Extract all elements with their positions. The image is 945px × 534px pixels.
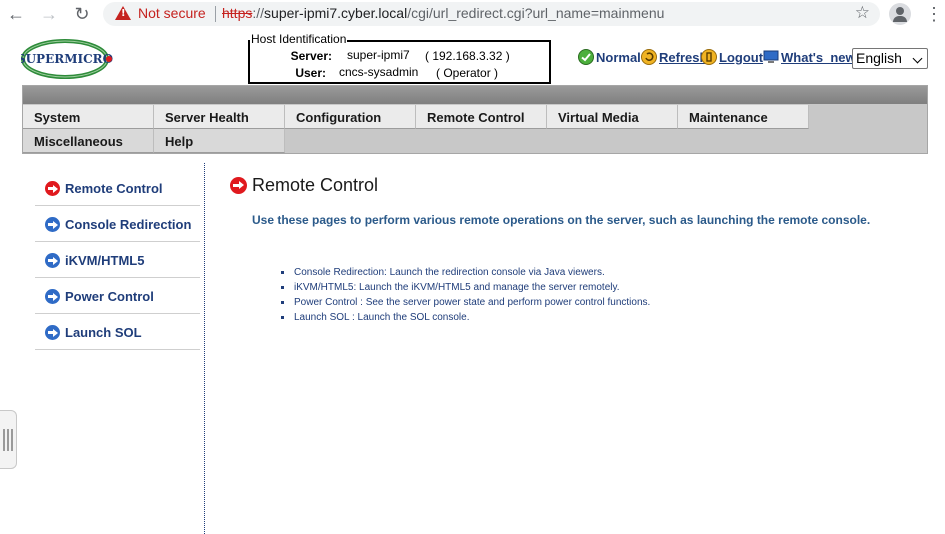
sidebar-item-remote-control[interactable]: Remote Control (35, 170, 200, 206)
sidebar: Remote Control Console Redirection iKVM/… (35, 170, 200, 350)
svg-text:SUPERMICRO: SUPERMICRO (21, 52, 113, 66)
sidebar-item-label: iKVM/HTML5 (65, 253, 145, 268)
sidebar-item-label: Console Redirection (65, 217, 192, 232)
status-normal-label: Normal (596, 50, 641, 65)
page-description: Use these pages to perform various remot… (252, 213, 871, 227)
logout-icon (701, 49, 717, 65)
monitor-icon (763, 50, 779, 63)
arrow-right-icon (230, 177, 247, 194)
page-title: Remote Control (252, 175, 379, 195)
sidebar-item-power-control[interactable]: Power Control (35, 278, 200, 314)
sidebar-item-label: Launch SOL (65, 325, 142, 340)
list-item: iKVM/HTML5: Launch the iKVM/HTML5 and ma… (280, 280, 650, 295)
list-item: Launch SOL : Launch the SOL console. (280, 310, 650, 325)
whats-new-label: What's_new (781, 50, 856, 65)
url-separator: :// (252, 5, 265, 21)
url-host: super-ipmi7.cyber.local (264, 5, 408, 21)
omnibox-separator (215, 6, 216, 22)
arrow-right-icon (45, 253, 60, 268)
language-select[interactable]: English (852, 48, 928, 69)
warning-icon (115, 6, 131, 20)
logout-link[interactable]: Logout (701, 49, 763, 67)
menu-maintenance[interactable]: Maintenance (678, 105, 809, 129)
side-panel-handle[interactable] (0, 410, 17, 469)
refresh-icon (641, 49, 657, 65)
server-name: super-ipmi7 (347, 48, 410, 62)
menu-configuration[interactable]: Configuration (285, 105, 416, 129)
menu-bar-band (23, 86, 927, 104)
profile-avatar-icon[interactable] (889, 3, 911, 25)
host-identification-title: Host Identification (250, 32, 348, 46)
url-path: /cgi/url_redirect.cgi?url_name=mainmenu (407, 5, 665, 21)
user-label: User: (295, 66, 326, 80)
reload-icon[interactable]: ↻ (71, 3, 93, 25)
user-role: ( Operator ) (436, 66, 499, 80)
sidebar-item-launch-sol[interactable]: Launch SOL (35, 314, 200, 350)
arrow-right-icon (45, 181, 60, 196)
server-label: Server: (290, 49, 332, 63)
content-divider (204, 163, 205, 534)
url-scheme: https (222, 5, 253, 21)
language-value: English (856, 50, 902, 66)
bookmark-star-icon[interactable]: ☆ (855, 3, 870, 23)
menu-server-health[interactable]: Server Health (154, 105, 285, 129)
security-label[interactable]: Not secure (138, 5, 206, 21)
check-icon (578, 49, 594, 65)
whats-new-link[interactable]: What's_new (763, 49, 856, 67)
menu-remote-control[interactable]: Remote Control (416, 105, 547, 129)
arrow-right-icon (45, 289, 60, 304)
arrow-right-icon (45, 325, 60, 340)
browser-toolbar: ← → ↻ Not secure https://super-ipmi7.cyb… (0, 0, 945, 28)
supermicro-logo: SUPERMICRO (17, 38, 113, 80)
arrow-right-icon (45, 217, 60, 232)
user-name: cncs-sysadmin (339, 65, 419, 79)
menu-help[interactable]: Help (154, 129, 285, 153)
refresh-link[interactable]: Refresh (641, 49, 707, 67)
logout-label: Logout (719, 50, 764, 65)
status-normal: Normal (578, 49, 641, 67)
menu-system[interactable]: System (23, 105, 154, 129)
menu-virtual-media[interactable]: Virtual Media (547, 105, 678, 129)
sidebar-item-label: Power Control (65, 289, 154, 304)
address-bar[interactable]: Not secure https://super-ipmi7.cyber.loc… (103, 2, 880, 26)
url-text[interactable]: https://super-ipmi7.cyber.local/cgi/url_… (222, 5, 664, 21)
server-ip: ( 192.168.3.32 ) (425, 49, 510, 63)
main-menu-bar: System Server Health Configuration Remot… (22, 85, 928, 154)
browser-menu-icon[interactable]: ⋮ (925, 3, 943, 25)
list-item: Console Redirection: Launch the redirect… (280, 265, 650, 280)
list-item: Power Control : See the server power sta… (280, 295, 650, 310)
sidebar-item-label: Remote Control (65, 181, 163, 196)
sidebar-item-console-redirection[interactable]: Console Redirection (35, 206, 200, 242)
back-arrow-icon[interactable]: ← (5, 3, 27, 25)
feature-list: Console Redirection: Launch the redirect… (280, 265, 650, 325)
sidebar-item-ikvm-html5[interactable]: iKVM/HTML5 (35, 242, 200, 278)
forward-arrow-icon[interactable]: → (38, 3, 60, 25)
menu-miscellaneous[interactable]: Miscellaneous (23, 129, 154, 153)
